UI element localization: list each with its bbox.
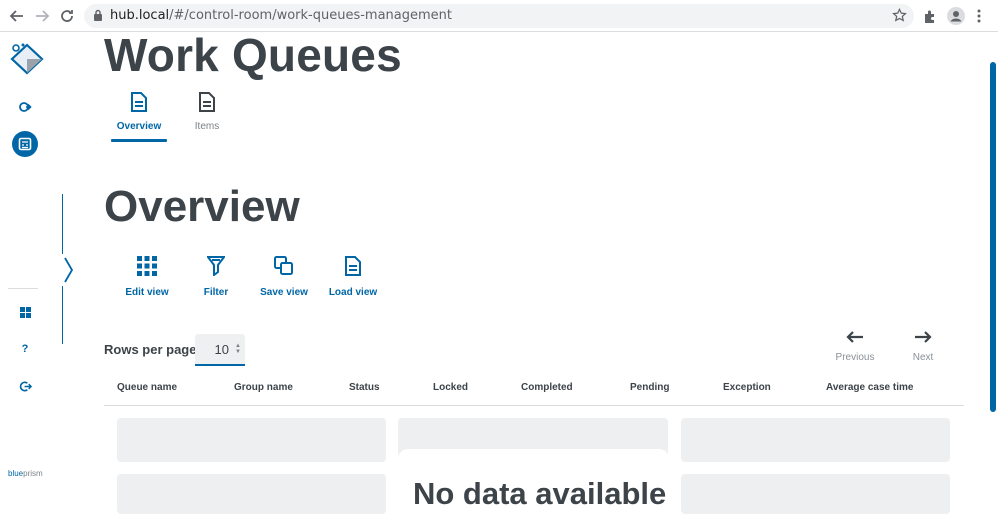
edit-view-button[interactable]: Edit view	[115, 256, 179, 298]
table-header-divider	[104, 405, 964, 406]
rows-per-page-label: Rows per page	[104, 342, 197, 357]
document-icon	[131, 92, 147, 112]
previous-page-button[interactable]: Previous	[830, 330, 880, 363]
column-header-locked[interactable]: Locked	[433, 382, 468, 393]
load-view-label: Load view	[328, 287, 378, 298]
tab-items-label: Items	[194, 121, 220, 132]
brand-part2: prism	[23, 469, 43, 478]
sidebar-collapse-line-bottom	[62, 286, 63, 344]
column-header-queue-name[interactable]: Queue name	[117, 382, 177, 393]
url-host: hub.local	[110, 8, 170, 23]
filter-label: Filter	[203, 287, 229, 298]
previous-label: Previous	[835, 352, 875, 363]
document-icon	[199, 92, 215, 112]
reload-icon	[61, 10, 73, 22]
sign-out-icon[interactable]	[16, 377, 34, 395]
lock-icon	[93, 9, 103, 27]
load-view-button[interactable]: Load view	[321, 256, 385, 298]
arrow-left-icon	[9, 10, 23, 22]
save-view-button[interactable]: Save view	[252, 256, 316, 298]
address-bar[interactable]: hub.local/#/control-room/work-queues-man…	[84, 4, 914, 28]
document-icon	[345, 256, 361, 276]
skeleton-placeholder	[117, 418, 386, 462]
sidebar-divider	[8, 288, 38, 289]
filter-icon	[206, 256, 226, 277]
brand-footer: blueprism	[8, 469, 43, 478]
column-header-completed[interactable]: Completed	[521, 382, 573, 393]
grid-icon	[137, 256, 157, 276]
skeleton-placeholder	[681, 418, 950, 462]
edit-view-label: Edit view	[125, 287, 169, 298]
section-title: Overview	[104, 182, 300, 231]
copy-icon	[274, 256, 293, 275]
profile-avatar-icon[interactable]	[947, 7, 965, 30]
blueprism-logo-icon[interactable]	[8, 40, 46, 76]
column-header-status[interactable]: Status	[349, 382, 380, 393]
column-header-exception[interactable]: Exception	[723, 382, 771, 393]
column-header-group-name[interactable]: Group name	[234, 382, 293, 393]
sidebar-collapse-line-top	[62, 194, 63, 254]
spinner-arrows-icon: ▲ ▼	[235, 343, 241, 355]
dashboard-icon[interactable]	[17, 304, 33, 320]
tab-items[interactable]: Items	[179, 92, 235, 132]
chevron-right-icon	[64, 257, 74, 283]
reload-button[interactable]	[56, 5, 78, 27]
page-scrollbar[interactable]	[990, 62, 996, 412]
empty-state-message: No data available	[413, 476, 667, 511]
next-page-button[interactable]: Next	[898, 330, 948, 363]
control-room-icon[interactable]	[16, 98, 34, 116]
arrow-left-icon	[846, 331, 863, 343]
back-button[interactable]	[6, 5, 28, 27]
tab-overview[interactable]: Overview	[111, 92, 167, 132]
sidebar-expand-toggle[interactable]	[62, 256, 76, 284]
rows-per-page-value: 10	[214, 342, 229, 357]
help-icon[interactable]: ?	[17, 341, 33, 357]
tab-overview-label: Overview	[116, 121, 162, 132]
active-tab-indicator	[111, 139, 167, 142]
url-path: /#/control-room/work-queues-management	[169, 8, 452, 23]
star-icon[interactable]	[892, 7, 907, 28]
skeleton-placeholder	[681, 474, 950, 514]
skeleton-placeholder	[117, 474, 386, 514]
url-text: hub.local/#/control-room/work-queues-man…	[110, 8, 452, 23]
page-title: Work Queues	[104, 29, 402, 81]
arrow-right-icon	[36, 10, 50, 22]
column-header-average-case-time[interactable]: Average case time	[826, 382, 913, 393]
column-header-pending[interactable]: Pending	[630, 382, 669, 393]
sidebar: ?	[0, 32, 48, 506]
filter-button[interactable]: Filter	[184, 256, 248, 298]
more-menu-icon[interactable]	[977, 9, 981, 28]
next-label: Next	[912, 352, 934, 363]
arrow-right-icon	[915, 331, 932, 343]
save-view-label: Save view	[260, 287, 308, 298]
brand-part1: blue	[8, 469, 24, 478]
forward-button[interactable]	[31, 5, 53, 27]
rows-per-page-select[interactable]: 10 ▲ ▼	[195, 334, 245, 366]
work-queues-nav-icon[interactable]	[12, 131, 38, 157]
extensions-icon[interactable]	[922, 8, 938, 29]
